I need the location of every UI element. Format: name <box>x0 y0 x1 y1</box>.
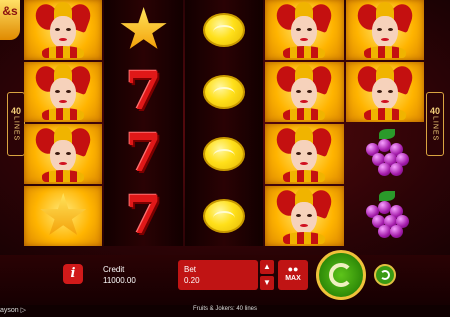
reel-cell <box>346 124 424 184</box>
joker-symbol-icon <box>273 63 336 120</box>
max-bet-button[interactable]: ●● MAX <box>278 260 308 290</box>
reel-cell <box>265 186 344 246</box>
credit-label: Credit <box>103 265 125 274</box>
grapes-symbol-icon <box>361 129 409 179</box>
spin-button[interactable] <box>316 250 366 300</box>
reel-5 <box>345 0 425 246</box>
joker-symbol-icon <box>273 187 336 244</box>
reel-cell <box>185 0 263 60</box>
reel-cell <box>104 0 182 60</box>
star-symbol-icon <box>40 193 87 235</box>
lemon-symbol-icon <box>203 137 246 171</box>
reel-cell: 7 <box>104 62 182 122</box>
reel-cell <box>345 62 425 122</box>
star-symbol-icon <box>120 7 167 49</box>
reel-2: 777 <box>104 0 183 246</box>
bet-decrease-button[interactable]: ▼ <box>260 276 274 290</box>
bet-increase-button[interactable]: ▲ <box>260 260 274 274</box>
reel-cell <box>185 124 263 184</box>
info-button[interactable]: i <box>63 264 83 284</box>
reel-cell <box>24 124 103 184</box>
lemon-symbol-icon <box>203 75 246 109</box>
reel-3 <box>184 0 264 246</box>
reel-cell <box>24 0 103 60</box>
reel-cell <box>265 62 344 122</box>
joker-symbol-icon <box>32 125 94 182</box>
reel-grid: 777 <box>24 0 425 246</box>
game-title: Fruits & Jokers: 40 lines <box>192 306 258 312</box>
reel-cell <box>24 186 103 246</box>
bet-label: Bet <box>184 265 197 274</box>
reel-4 <box>265 0 344 246</box>
spin-arrow-icon <box>329 263 353 287</box>
reel-cell: 7 <box>104 124 182 184</box>
reel-cell <box>24 62 103 122</box>
joker-symbol-icon <box>273 1 336 58</box>
reel-1 <box>24 0 103 246</box>
seven-symbol-icon: 7 <box>125 185 162 246</box>
grapes-symbol-icon <box>361 191 409 241</box>
paylines-indicator-left: 40 LINES <box>7 92 25 156</box>
coins-icon: ●● <box>287 264 299 274</box>
paylines-count: 40 <box>10 106 21 117</box>
max-bet-label: MAX <box>285 275 301 282</box>
reel-cell <box>185 186 263 246</box>
lemon-symbol-icon <box>203 199 246 233</box>
joker-symbol-icon <box>32 63 94 120</box>
paylines-word: LINES <box>431 116 439 142</box>
joker-symbol-icon <box>354 63 416 120</box>
game-logo: &s <box>0 0 20 40</box>
paylines-indicator-right: 40 LINES <box>426 92 444 156</box>
reel-cell <box>265 0 344 60</box>
reel-cell <box>345 0 425 60</box>
reel-cell <box>346 186 424 246</box>
paylines-word: LINES <box>12 116 20 142</box>
seven-symbol-icon: 7 <box>125 61 162 122</box>
reel-cell <box>265 124 344 184</box>
paylines-count: 40 <box>429 106 440 117</box>
bet-value: 0.20 <box>184 276 200 285</box>
reel-cell <box>185 62 263 122</box>
joker-symbol-icon <box>273 125 336 182</box>
seven-symbol-icon: 7 <box>125 123 162 184</box>
autoplay-button[interactable] <box>374 264 396 286</box>
credit-value: 11000.00 <box>103 276 136 285</box>
autoplay-icon <box>380 270 390 280</box>
joker-symbol-icon <box>32 1 94 58</box>
joker-symbol-icon <box>354 1 416 58</box>
reel-cell: 7 <box>104 186 182 246</box>
lemon-symbol-icon <box>203 13 246 47</box>
